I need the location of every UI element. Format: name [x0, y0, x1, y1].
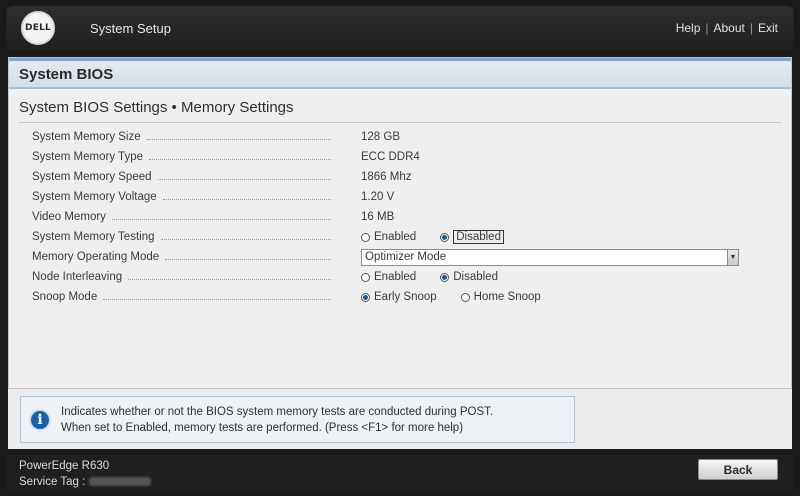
logo-text: DELL	[25, 23, 51, 33]
back-button[interactable]: Back	[698, 459, 778, 480]
setting-label: System Memory Size	[32, 131, 141, 143]
panel-header: System BIOS	[9, 58, 791, 89]
setting-row-node-interleaving: Node Interleaving Enabled Disabled	[9, 267, 791, 287]
select-value: Optimizer Mode	[365, 251, 447, 263]
setting-label: Video Memory	[32, 211, 106, 223]
leader-dots	[128, 278, 331, 280]
top-bar: DELL System Setup Help | About | Exit	[6, 6, 794, 50]
memory-testing-enabled-radio[interactable]: Enabled	[361, 231, 416, 243]
setting-label: System Memory Speed	[32, 171, 152, 183]
setting-label: Snoop Mode	[32, 291, 98, 303]
radio-label: Disabled	[453, 230, 504, 244]
setting-value: 16 MB	[361, 211, 395, 223]
help-line-2: When set to Enabled, memory tests are pe…	[61, 421, 464, 434]
radio-on-icon	[440, 232, 450, 242]
radio-label: Enabled	[374, 271, 417, 283]
help-link[interactable]: Help	[676, 21, 701, 35]
radio-on-icon	[361, 292, 370, 302]
memory-testing-disabled-radio[interactable]: Disabled	[440, 230, 504, 244]
leader-dots	[111, 218, 331, 220]
leader-dots	[149, 158, 331, 160]
setting-row-video-memory: Video Memory 16 MB	[9, 207, 791, 227]
system-model: PowerEdge R630	[19, 460, 110, 472]
setting-value: 1866 Mhz	[361, 171, 412, 183]
leader-dots	[157, 178, 331, 180]
about-link[interactable]: About	[714, 21, 745, 35]
radio-label: Enabled	[374, 231, 417, 243]
setting-row-memory-operating-mode: Memory Operating Mode Optimizer Mode ▼	[9, 247, 791, 267]
top-links: Help | About | Exit	[676, 21, 778, 35]
service-tag-redacted	[89, 477, 152, 487]
help-box: i Indicates whether or not the BIOS syst…	[20, 396, 575, 443]
setting-row-snoop-mode: Snoop Mode Early Snoop Home Snoop	[9, 287, 791, 307]
setting-row-memory-size: System Memory Size 128 GB	[9, 127, 791, 147]
page-subtitle: System BIOS Settings • Memory Settings	[19, 99, 781, 123]
radio-off-icon	[361, 272, 370, 282]
exit-link[interactable]: Exit	[758, 21, 778, 35]
snoop-mode-early-radio[interactable]: Early Snoop	[361, 291, 437, 303]
dell-logo: DELL	[10, 10, 66, 46]
service-tag-label: Service Tag :	[19, 476, 86, 488]
setting-row-memory-speed: System Memory Speed 1866 Mhz	[9, 167, 791, 187]
setting-row-memory-testing: System Memory Testing Enabled Disabled	[9, 227, 791, 247]
radio-label: Home Snoop	[473, 291, 541, 303]
link-separator: |	[705, 21, 709, 35]
dell-logo-icon: DELL	[21, 11, 55, 45]
leader-dots	[162, 198, 331, 200]
service-tag: Service Tag :	[19, 476, 152, 488]
setting-row-memory-type: System Memory Type ECC DDR4	[9, 147, 791, 167]
setting-label: System Memory Voltage	[32, 191, 157, 203]
radio-off-icon	[361, 232, 370, 242]
radio-label: Disabled	[453, 271, 498, 283]
setting-value: 128 GB	[361, 131, 400, 143]
radio-label: Early Snoop	[374, 291, 437, 303]
leader-dots	[103, 298, 331, 300]
link-separator: |	[749, 21, 753, 35]
panel-title: System BIOS	[19, 65, 114, 83]
help-line-1: Indicates whether or not the BIOS system…	[61, 405, 494, 418]
radio-on-icon	[440, 272, 450, 282]
bottom-bar: PowerEdge R630 Service Tag : Back	[6, 454, 794, 492]
node-interleaving-enabled-radio[interactable]: Enabled	[361, 271, 416, 283]
node-interleaving-disabled-radio[interactable]: Disabled	[440, 271, 498, 283]
snoop-mode-home-radio[interactable]: Home Snoop	[460, 291, 541, 303]
setting-value: ECC DDR4	[361, 151, 420, 163]
leader-dots	[160, 238, 331, 240]
setting-label: Node Interleaving	[32, 271, 123, 283]
main-panel: System BIOS System BIOS Settings • Memor…	[8, 57, 792, 389]
setting-row-memory-voltage: System Memory Voltage 1.20 V	[9, 187, 791, 207]
dropdown-arrow-icon[interactable]: ▼	[727, 249, 738, 265]
setting-label: System Memory Testing	[32, 231, 155, 243]
leader-dots	[146, 138, 331, 140]
memory-operating-mode-select[interactable]: Optimizer Mode ▼	[361, 248, 739, 266]
settings-list: System Memory Size 128 GB System Memory …	[9, 127, 791, 307]
info-icon: i	[29, 408, 51, 431]
setting-value: 1.20 V	[361, 191, 395, 203]
app-title: System Setup	[90, 20, 171, 36]
leader-dots	[165, 258, 331, 260]
help-text: Indicates whether or not the BIOS system…	[61, 404, 493, 436]
radio-off-icon	[460, 292, 470, 302]
setting-label: Memory Operating Mode	[32, 251, 160, 263]
setting-label: System Memory Type	[32, 151, 143, 163]
